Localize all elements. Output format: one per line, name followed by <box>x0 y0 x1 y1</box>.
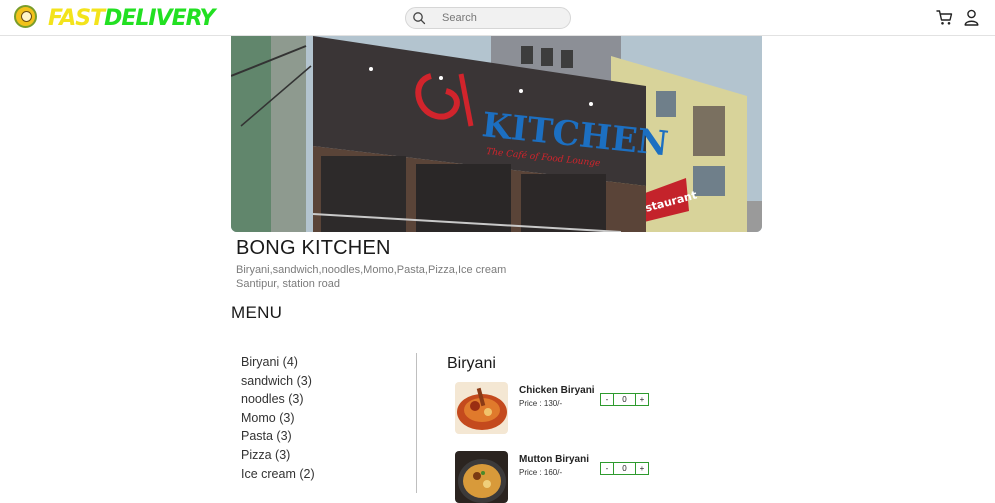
search-icon[interactable] <box>412 11 426 25</box>
category-pizza[interactable]: Pizza (3) <box>241 446 411 465</box>
menu-item-card: Mutton Biryani Price : 160/- - 0 + <box>455 451 655 503</box>
logo-text-delivery: DELIVERY <box>104 6 215 31</box>
decrement-button[interactable]: - <box>601 463 613 474</box>
restaurant-banner-image: Restaurant KITCHEN The Café of Food Loun… <box>231 36 762 232</box>
category-momo[interactable]: Momo (3) <box>241 409 411 428</box>
top-navbar: FASTDELIVERY <box>0 0 995 36</box>
menu-section-title: Biryani <box>447 355 496 372</box>
increment-button[interactable]: + <box>636 394 648 405</box>
decrement-button[interactable]: - <box>601 394 613 405</box>
quantity-value: 0 <box>613 394 636 405</box>
logo-text-fast: FAST <box>48 6 105 31</box>
restaurant-cuisines: Biryani,sandwich,noodles,Momo,Pasta,Pizz… <box>236 264 507 276</box>
quantity-value: 0 <box>613 463 636 474</box>
menu-category-list: Biryani (4) sandwich (3) noodles (3) Mom… <box>241 353 411 483</box>
category-biryani[interactable]: Biryani (4) <box>241 353 411 372</box>
food-thumbnail <box>455 382 508 434</box>
cart-icon[interactable] <box>936 9 953 26</box>
item-name: Chicken Biryani <box>519 385 595 396</box>
menu-divider <box>416 353 417 493</box>
brand-logo[interactable]: FASTDELIVERY <box>48 6 215 31</box>
user-icon[interactable] <box>964 9 979 26</box>
restaurant-location: Santipur, station road <box>236 278 340 290</box>
food-thumbnail <box>455 451 508 503</box>
quantity-stepper: - 0 + <box>600 462 649 475</box>
quantity-stepper: - 0 + <box>600 393 649 406</box>
category-noodles[interactable]: noodles (3) <box>241 390 411 409</box>
item-price: Price : 160/- <box>519 468 563 477</box>
menu-heading: MENU <box>231 303 283 322</box>
restaurant-name: BONG KITCHEN <box>236 237 391 259</box>
search-input[interactable] <box>442 10 562 26</box>
logo-emblem-icon[interactable] <box>14 5 37 28</box>
category-pasta[interactable]: Pasta (3) <box>241 427 411 446</box>
menu-item-card: Chicken Biryani Price : 130/- - 0 + <box>455 382 655 434</box>
item-price: Price : 130/- <box>519 399 563 408</box>
search-bar[interactable] <box>405 7 571 29</box>
increment-button[interactable]: + <box>636 463 648 474</box>
category-sandwich[interactable]: sandwich (3) <box>241 372 411 391</box>
item-name: Mutton Biryani <box>519 454 589 465</box>
category-ice-cream[interactable]: Ice cream (2) <box>241 465 411 484</box>
